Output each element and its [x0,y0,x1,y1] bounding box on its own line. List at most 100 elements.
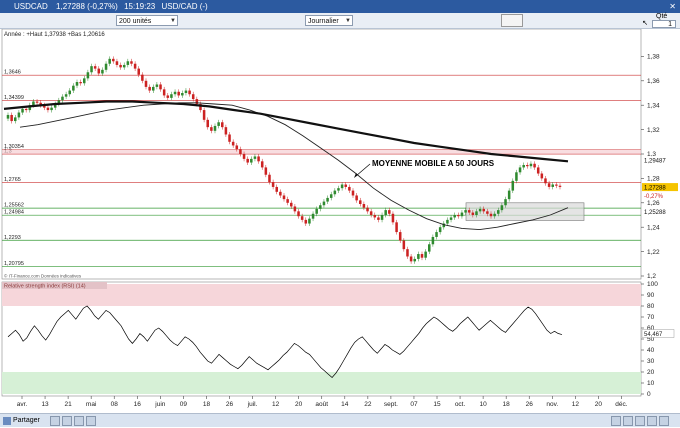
candle [50,107,53,111]
indicator-icon[interactable] [86,416,96,426]
candle [424,251,427,258]
candle [319,205,322,209]
candle [348,186,351,191]
candle [97,68,101,74]
rsi-tick-label: 70 [647,314,655,321]
candle [366,207,369,212]
candle [126,61,130,65]
scroll-right-icon[interactable] [647,416,657,426]
y-tick-label: 1,22 [647,249,660,256]
candle [398,232,402,241]
x-tick-label: déc. [615,401,627,408]
candle [14,117,17,122]
candle [384,210,387,215]
pointer-tool-icon[interactable]: ↖ [640,20,650,28]
folder-icon[interactable] [74,416,84,426]
rsi-tick-label: 10 [647,380,655,387]
candle [420,254,424,258]
candle [253,156,257,159]
candle [355,195,358,201]
candle [35,101,39,103]
candle [260,161,264,168]
candle [322,201,326,206]
share-icon[interactable] [3,417,11,425]
candle [290,202,293,207]
window-change: (-0,27%) [87,2,118,11]
candle [460,212,464,217]
settings-icon[interactable] [659,416,669,426]
window-symbol-name: USD/CAD (-) [161,2,208,11]
rsi-tick-label: 80 [647,303,655,310]
save-icon[interactable] [62,416,72,426]
window-time: 15:19:23 [124,2,156,11]
candle [86,72,90,79]
x-tick-label: 10 [480,401,488,408]
candle [72,85,75,91]
candle [235,145,239,150]
y-tick-label: 1,32 [647,127,660,134]
candle [449,217,453,220]
x-tick-label: 21 [64,401,72,408]
level-label: 1,34399 [4,95,24,101]
candle [268,174,271,183]
candle [486,211,489,214]
y-tick-label: 1,26 [647,200,660,207]
candle [540,173,544,179]
scroll-left-icon[interactable] [635,416,645,426]
candle [64,94,68,97]
zoom-in-icon[interactable] [623,416,633,426]
units-select[interactable]: 200 unités ▼ [116,15,178,26]
x-tick-label: 08 [111,401,119,408]
candle [228,134,231,142]
chart-toolbar: 200 unités ▼ Journalier ▼ Qté ↖ 1 [0,13,680,29]
candle [467,210,471,213]
bottom-toolbar: Partager [0,413,680,427]
qty-label: Qté [656,13,668,20]
x-tick-label: sept. [384,401,398,408]
trading-chart-icon[interactable] [501,14,523,27]
chevron-down-icon: ▼ [345,18,351,24]
candle [493,213,496,217]
candle [409,256,413,262]
level-label: 1,24984 [4,210,24,216]
candle [453,215,456,218]
candle [75,82,79,86]
candle [333,190,337,195]
level-label: 1,20795 [4,261,24,267]
close-window-icon[interactable]: ✕ [669,0,676,13]
candle [482,208,485,212]
candle [155,84,159,87]
candle [547,183,551,187]
level-label: 1,3646 [4,70,21,76]
candle [191,94,195,100]
candle [213,125,217,131]
candle [413,258,416,262]
candle [206,119,209,128]
price-chart[interactable]: 1,36461,343991,303541,31,27651,255621,24… [0,29,680,413]
candle [271,182,275,187]
x-tick-label: nov. [546,401,558,408]
print-icon[interactable] [50,416,60,426]
y-tick-label: 1,38 [647,54,660,61]
zoom-out-icon[interactable] [611,416,621,426]
candle [152,86,155,91]
candle [141,74,144,81]
candle [329,194,333,198]
qty-field[interactable]: 1 [652,20,676,28]
chart-source: © IT-Finance.com Données indicatives [4,273,82,279]
candle [24,108,28,111]
candle [250,158,253,163]
share-button[interactable]: Partager [13,414,40,428]
x-tick-label: 18 [503,401,511,408]
candle [79,82,82,84]
candle [282,195,286,200]
candle [112,58,115,62]
candle [507,190,511,200]
candle [46,107,50,111]
period-select[interactable]: Journalier ▼ [305,15,353,26]
rsi-tick-label: 20 [647,369,655,376]
y-tick-label: 1,34 [647,102,660,109]
resistance-zone [2,149,641,154]
candle [119,64,122,68]
candle [279,191,282,196]
